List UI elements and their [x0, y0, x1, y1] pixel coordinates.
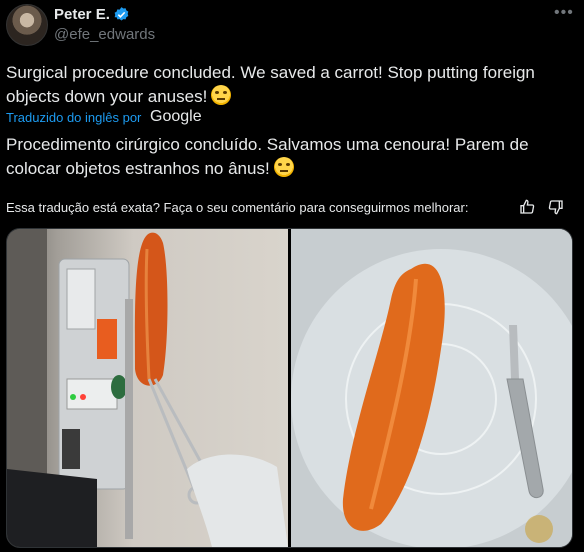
author-name[interactable]: Peter E. — [54, 6, 110, 23]
photo-carrot-on-tray[interactable] — [291, 229, 572, 547]
google-brand: Google — [150, 108, 202, 125]
thumbs-down-icon[interactable] — [548, 199, 564, 215]
more-options-icon[interactable]: ••• — [554, 4, 574, 22]
translated-text: Procedimento cirúrgico concluído. Salvam… — [6, 135, 529, 178]
avatar[interactable] — [6, 4, 48, 46]
tweet-translated-text: Procedimento cirúrgico concluído. Salvam… — [6, 133, 576, 181]
original-text: Surgical procedure concluded. We saved a… — [6, 63, 535, 106]
face-rolling-eyes-emoji — [211, 85, 232, 105]
face-rolling-eyes-emoji — [273, 157, 294, 177]
media-grid — [6, 228, 573, 548]
author-handle[interactable]: @efe_edwards — [54, 26, 155, 43]
photo-carrot-held-forceps[interactable] — [7, 229, 288, 547]
translation-note: Traduzido do inglês por — [6, 110, 142, 125]
media-divider — [288, 229, 291, 547]
thumbs-up-icon[interactable] — [519, 199, 535, 215]
verified-badge-icon — [114, 7, 129, 21]
translation-feedback-prompt: Essa tradução está exata? Faça o seu com… — [6, 200, 469, 215]
tweet-original-text: Surgical procedure concluded. We saved a… — [6, 61, 576, 109]
